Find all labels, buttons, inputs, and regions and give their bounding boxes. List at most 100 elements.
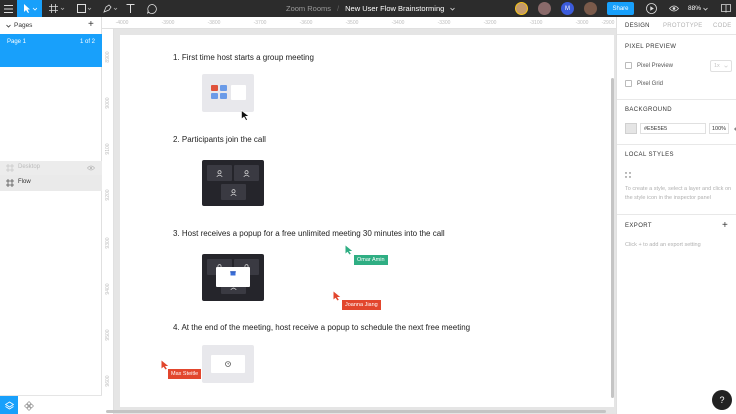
text-tool-button[interactable] — [123, 0, 137, 17]
eye-icon — [668, 5, 679, 12]
app-tile — [211, 85, 218, 91]
pixel-grid-checkbox[interactable] — [625, 80, 632, 87]
layer-item-desktop[interactable]: Desktop — [0, 161, 102, 175]
project-name[interactable]: Zoom Rooms — [286, 4, 331, 13]
export-hint: Click + to add an export setting — [625, 242, 701, 248]
present-button[interactable] — [644, 0, 658, 17]
inspector-panel: DESIGN PROTOTYPE CODE PIXEL PREVIEW Pixe… — [616, 17, 736, 414]
step-1-mockup[interactable] — [202, 74, 254, 112]
background-opacity-input[interactable]: 100% — [709, 123, 729, 134]
participant-tile — [221, 184, 246, 200]
app-tile — [220, 93, 227, 99]
frame-tool-button[interactable] — [44, 0, 70, 17]
library-button[interactable] — [719, 0, 733, 17]
pixel-grid-label: Pixel Grid — [637, 80, 664, 87]
meeting-panel — [231, 85, 246, 100]
help-button[interactable]: ? — [712, 390, 732, 410]
pixel-grid-option[interactable]: Pixel Grid — [625, 80, 663, 87]
pixel-preview-checkbox[interactable] — [625, 62, 632, 69]
horizontal-scrollbar[interactable] — [106, 410, 606, 413]
share-button[interactable]: Share — [607, 2, 634, 15]
flow-frame[interactable]: 1. First time host starts a group meetin… — [120, 35, 614, 407]
ruler-horizontal: -4000 -3900 -3800 -3700 -3600 -3500 -340… — [102, 17, 616, 29]
person-icon — [216, 169, 223, 177]
divider — [617, 144, 736, 145]
step-2-mockup[interactable] — [202, 160, 264, 206]
vertical-scrollbar[interactable] — [611, 78, 614, 398]
move-tool-button[interactable] — [17, 0, 42, 17]
add-export-button[interactable]: + — [722, 221, 728, 231]
ruler-tick: -3300 — [437, 20, 451, 26]
background-hex-input[interactable]: #E5E5E5 — [640, 123, 706, 134]
ruler-tick: -3000 — [575, 20, 589, 26]
tab-design[interactable]: DESIGN — [625, 23, 650, 29]
inspector-tabs: DESIGN PROTOTYPE CODE — [617, 17, 736, 35]
shape-tool-button[interactable] — [72, 0, 96, 17]
app-tile — [220, 85, 227, 91]
components-tab-button[interactable] — [24, 401, 34, 413]
add-page-button[interactable]: + — [88, 20, 94, 30]
ruler-tick: 9300 — [105, 237, 111, 249]
ruler-tick: -3600 — [299, 20, 313, 26]
comment-tool-button[interactable] — [143, 0, 160, 17]
layers-tab-button[interactable] — [0, 396, 18, 414]
upgrade-popup — [216, 267, 250, 287]
ruler-tick: -3400 — [391, 20, 405, 26]
pixel-scale-select[interactable]: 1x — [710, 60, 732, 72]
ruler-tick: -3800 — [207, 20, 221, 26]
breadcrumb: Zoom Rooms / New User Flow Brainstorming — [286, 0, 456, 17]
canvas[interactable]: 1. First time host starts a group meetin… — [114, 29, 616, 414]
layer-item-flow[interactable]: Flow — [0, 175, 102, 191]
cursor-arrow-icon — [23, 4, 37, 13]
cursor-label-joanna: Joanna Jiang — [342, 300, 381, 310]
view-settings-button[interactable] — [667, 0, 680, 17]
layer-label: Desktop — [18, 164, 41, 170]
pages-toggle[interactable]: Pages — [6, 22, 32, 29]
background-swatch[interactable] — [625, 123, 637, 134]
text-icon — [126, 4, 134, 13]
ruler-tick: 9600 — [105, 375, 111, 387]
avatar[interactable] — [515, 2, 528, 15]
person-icon — [230, 188, 237, 196]
ruler-tick: 8900 — [105, 51, 111, 63]
ruler-tick: -3200 — [483, 20, 497, 26]
ruler-tick: -3100 — [529, 20, 543, 26]
ruler-tick: -4000 — [115, 20, 129, 26]
comment-icon — [146, 3, 157, 14]
ruler-tick: 9500 — [105, 329, 111, 341]
pen-icon — [102, 4, 117, 13]
chevron-down-icon[interactable] — [450, 7, 456, 11]
participant-tile — [207, 165, 232, 181]
ruler-tick: -3900 — [161, 20, 175, 26]
step-4-mockup[interactable] — [202, 345, 254, 383]
page-name: Page 1 — [7, 39, 27, 45]
toolbar: Zoom Rooms / New User Flow Brainstorming… — [0, 0, 736, 17]
book-icon — [721, 4, 731, 13]
ruler-tick: 9400 — [105, 283, 111, 295]
ruler-vertical: 8900 9000 9100 9200 9300 9400 9500 9600 — [102, 29, 114, 414]
ruler-tick: -2900 — [601, 20, 615, 26]
page-item-current[interactable]: Page 1 1 of 2 — [0, 34, 102, 67]
file-name[interactable]: New User Flow Brainstorming — [345, 4, 444, 13]
chevron-down-icon — [703, 7, 708, 11]
tab-prototype[interactable]: PROTOTYPE — [663, 23, 703, 29]
ruler-tick: 9100 — [105, 143, 111, 155]
main-menu-button[interactable] — [0, 0, 17, 17]
zoom-dropdown[interactable]: 88% — [688, 0, 708, 17]
step-3-mockup[interactable] — [202, 254, 264, 301]
step-3-label: 3. Host receives a popup for a free unli… — [173, 229, 445, 238]
rectangle-icon — [76, 4, 91, 13]
avatar[interactable]: M — [561, 2, 574, 15]
cursor-icon — [241, 110, 250, 121]
local-styles-title: LOCAL STYLES — [625, 152, 674, 158]
pen-tool-button[interactable] — [98, 0, 122, 17]
ruler-tick: 9200 — [105, 189, 111, 201]
pixel-preview-option[interactable]: Pixel Preview — [625, 62, 673, 69]
avatar[interactable] — [538, 2, 551, 15]
eye-icon[interactable] — [87, 165, 95, 171]
tab-code[interactable]: CODE — [713, 23, 732, 29]
frame-icon — [6, 179, 14, 187]
avatar[interactable] — [584, 2, 597, 15]
person-icon — [243, 169, 250, 177]
components-icon — [24, 401, 34, 411]
